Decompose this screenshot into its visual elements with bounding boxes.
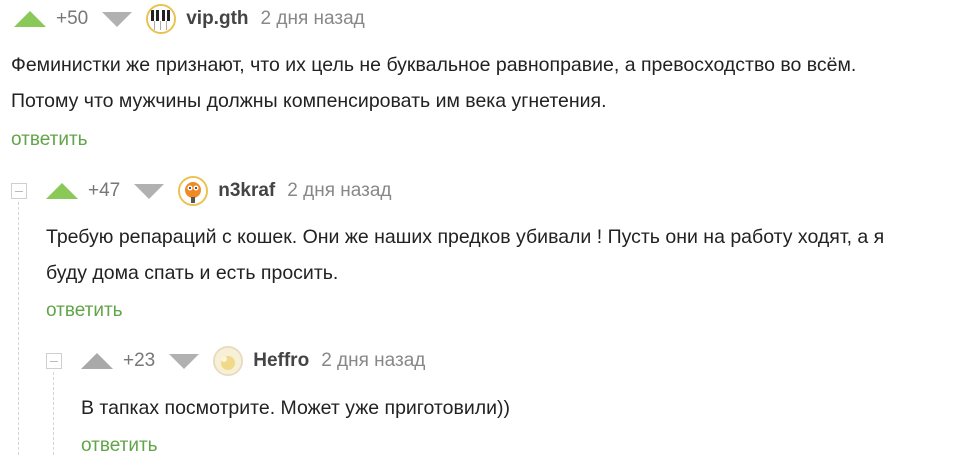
- comment-timestamp: 2 дня назад: [287, 180, 392, 201]
- downvote-icon[interactable]: [102, 11, 133, 27]
- comment-text-line: Феминистки же признают, что их цель не б…: [11, 54, 857, 76]
- upvote-icon[interactable]: [46, 183, 78, 199]
- comment-timestamp: 2 дня назад: [260, 8, 365, 29]
- avatar[interactable]: [213, 346, 244, 376]
- pale-yellow-avatar-icon: [215, 348, 242, 374]
- avatar[interactable]: [146, 4, 177, 34]
- comment-text: Феминистки же признают, что их цель не б…: [11, 47, 856, 119]
- comment-text-line: Требую репараций с кошек. Они же наших п…: [46, 226, 885, 248]
- comment-text: В тапках посмотрите. Может уже приготови…: [81, 390, 510, 426]
- comment-timestamp: 2 дня назад: [321, 350, 426, 371]
- thread-line: [53, 372, 54, 455]
- comment-score: +47: [88, 180, 121, 201]
- comment-header: +47 n3kraf 2 дня назад: [46, 174, 391, 208]
- reply-link[interactable]: ответить: [81, 435, 158, 457]
- piano-keys-avatar-icon: [148, 6, 175, 32]
- comment-text-line: буду дома спать и есть просить.: [46, 262, 339, 284]
- comment-header: +50 vip.gth 2 дня назад: [14, 2, 365, 36]
- comment-author[interactable]: n3kraf: [218, 180, 275, 202]
- downvote-icon[interactable]: [134, 183, 165, 199]
- comment-header: +23 Heffro 2 дня назад: [81, 344, 425, 378]
- collapse-thread-button[interactable]: [11, 183, 27, 199]
- reply-link[interactable]: ответить: [11, 129, 88, 151]
- collapse-thread-button[interactable]: [46, 353, 62, 369]
- avatar[interactable]: [178, 176, 209, 206]
- comment-text-line: В тапках посмотрите. Может уже приготови…: [81, 397, 510, 419]
- comment-author[interactable]: vip.gth: [186, 8, 248, 30]
- upvote-icon[interactable]: [81, 353, 113, 369]
- comment-score: +23: [123, 350, 156, 371]
- upvote-icon[interactable]: [14, 11, 46, 27]
- comment-text: Требую репараций с кошек. Они же наших п…: [46, 219, 884, 291]
- comment-author[interactable]: Heffro: [253, 350, 309, 372]
- thread-line: [18, 202, 19, 455]
- downvote-icon[interactable]: [169, 353, 200, 369]
- comment-text-line: Потому что мужчины должны компенсировать…: [11, 90, 607, 112]
- reply-link[interactable]: ответить: [46, 300, 123, 322]
- cartoon-character-avatar-icon: [180, 178, 207, 204]
- comment-score: +50: [56, 8, 89, 29]
